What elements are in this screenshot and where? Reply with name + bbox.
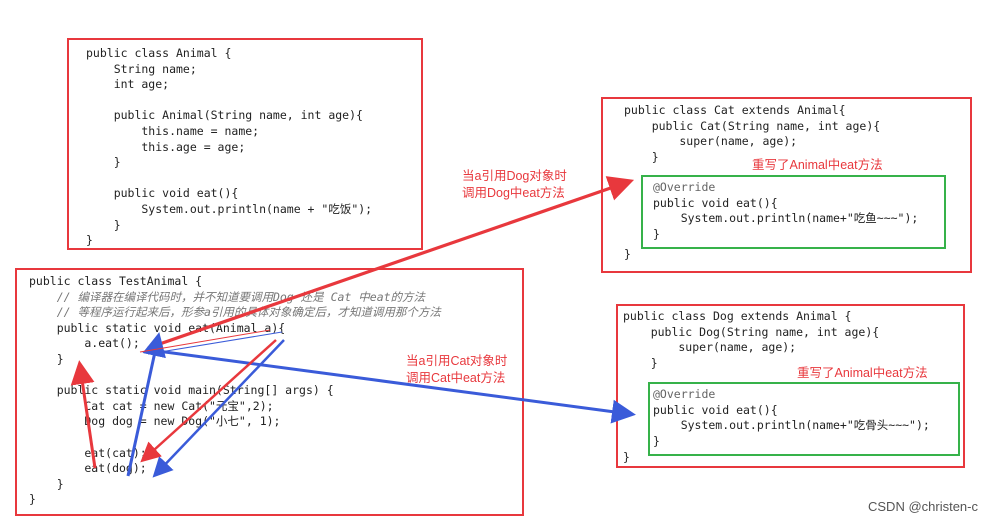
connector-red-thin bbox=[139, 329, 271, 353]
arrow-aeat-to-cat-eat bbox=[147, 176, 635, 350]
connector-blue-thin bbox=[147, 331, 283, 355]
watermark: CSDN @christen-c bbox=[868, 499, 978, 514]
arrow-eatcat-to-method bbox=[70, 360, 97, 469]
arrow-eatdog-to-method bbox=[126, 332, 166, 477]
call-arrows bbox=[70, 176, 636, 478]
